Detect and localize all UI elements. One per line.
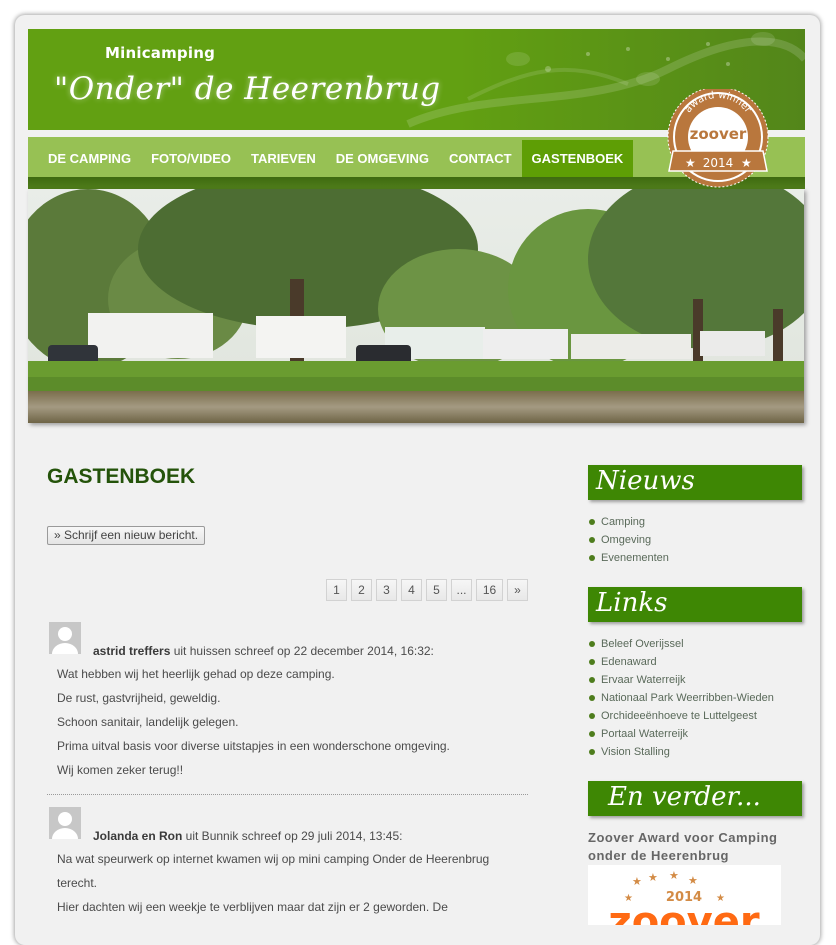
page-title: GASTENBOEK [47, 465, 196, 488]
header-banner-photo [28, 189, 804, 423]
entry-meta: astrid treffers uit huissen schreef op 2… [93, 644, 434, 658]
link-item[interactable]: Vision Stalling [588, 743, 774, 761]
svg-text:★: ★ [648, 872, 658, 884]
new-post-button[interactable]: » Schrijf een nieuw bericht. [47, 526, 206, 545]
link-item[interactable]: Orchideeënhoeve te Luttelgeest [588, 707, 774, 725]
entry-author: Jolanda en Ron [93, 829, 183, 843]
entry-body: Na wat speurwerk op internet kwamen wij … [57, 847, 489, 919]
page-container: Minicamping "Onder" de Heerenbrug DE CAM… [15, 15, 820, 945]
next-page-button[interactable]: » [507, 579, 528, 601]
link-item[interactable]: Nationaal Park Weerribben-Wieden [588, 689, 774, 707]
entry-meta: Jolanda en Ron uit Bunnik schreef op 29 … [93, 829, 403, 843]
avatar-icon [49, 622, 81, 654]
page-ellipsis: ... [451, 579, 472, 601]
award-brand: zoover [608, 899, 759, 925]
svg-text:★: ★ [685, 156, 696, 170]
news-link-omgeving[interactable]: Omgeving [588, 531, 669, 549]
award-title: Zoover Award voor Camping onder de Heere… [588, 830, 778, 863]
link-item[interactable]: Edenaward [588, 653, 774, 671]
entry-line: Wij komen zeker terug!! [57, 763, 184, 777]
entry-line: Wat hebben wij het heerlijk gehad op dez… [57, 667, 335, 681]
badge-year: 2014 [703, 156, 734, 170]
svg-text:★: ★ [669, 870, 679, 882]
link-item[interactable]: Beleef Overijssel [588, 635, 774, 653]
page-16[interactable]: 16 [476, 579, 503, 601]
nav-item-tarieven[interactable]: TARIEVEN [241, 140, 326, 177]
nav-item-foto-video[interactable]: FOTO/VIDEO [141, 140, 241, 177]
avatar-icon [49, 807, 81, 839]
entry-body: Wat hebben wij het heerlijk gehad op dez… [57, 662, 450, 782]
news-link-evenementen[interactable]: Evenementen [588, 549, 669, 567]
svg-text:★: ★ [741, 156, 752, 170]
widget-header-en-verder: En verder... [588, 781, 802, 816]
svg-text:★: ★ [688, 875, 698, 887]
zoover-award-badge[interactable]: award winner zoover 2014 ★ ★ [663, 86, 773, 189]
site-title[interactable]: "Onder" de Heerenbrug [54, 71, 441, 107]
badge-brand: zoover [690, 125, 747, 143]
widget-title: En verder... [608, 782, 761, 812]
nav-item-gastenboek[interactable]: GASTENBOEK [521, 140, 634, 177]
entry-line: Prima uitval basis voor diverse uitstapj… [57, 739, 450, 753]
page-4[interactable]: 4 [401, 579, 422, 601]
link-item[interactable]: Portaal Waterreijk [588, 725, 774, 743]
widget-header-nieuws: Nieuws [588, 465, 802, 500]
entry-line: Schoon sanitair, landelijk gelegen. [57, 715, 239, 729]
page-2[interactable]: 2 [351, 579, 372, 601]
entry-line: Hier dachten wij een weekje te verblijve… [57, 900, 448, 914]
news-link-camping[interactable]: Camping [588, 513, 669, 531]
news-list: Camping Omgeving Evenementen [588, 513, 669, 567]
widget-header-links: Links [588, 587, 802, 622]
entry-origin-date: uit huissen schreef op 22 december 2014,… [170, 644, 434, 658]
entry-line: De rust, gastvrijheid, geweldig. [57, 691, 221, 705]
page-3[interactable]: 3 [376, 579, 397, 601]
site-subtitle: Minicamping [105, 44, 216, 62]
link-item[interactable]: Ervaar Waterreijk [588, 671, 774, 689]
widget-title: Nieuws [596, 466, 695, 496]
entry-divider [47, 794, 528, 795]
entry-line: Na wat speurwerk op internet kwamen wij … [57, 852, 490, 866]
nav-item-de-camping[interactable]: DE CAMPING [38, 140, 141, 177]
links-list: Beleef Overijssel Edenaward Ervaar Water… [588, 635, 774, 761]
entry-origin-date: uit Bunnik schreef op 29 juli 2014, 13:4… [182, 829, 403, 843]
nav-item-contact[interactable]: CONTACT [439, 140, 522, 177]
entry-line: terecht. [57, 876, 98, 890]
svg-text:★: ★ [632, 876, 642, 888]
page-1[interactable]: 1 [326, 579, 347, 601]
nav-item-de-omgeving[interactable]: DE OMGEVING [326, 140, 439, 177]
widget-title: Links [596, 588, 668, 618]
entry-author: astrid treffers [93, 644, 171, 658]
zoover-award-image[interactable]: ★ ★ ★ ★ ★ ★ 2014 zoover [588, 865, 781, 925]
page-5[interactable]: 5 [426, 579, 447, 601]
pagination: 1 2 3 4 5 ... 16 » [326, 579, 528, 601]
award-badge-icon: award winner zoover 2014 ★ ★ [667, 86, 769, 188]
campsite-photo [28, 189, 804, 423]
